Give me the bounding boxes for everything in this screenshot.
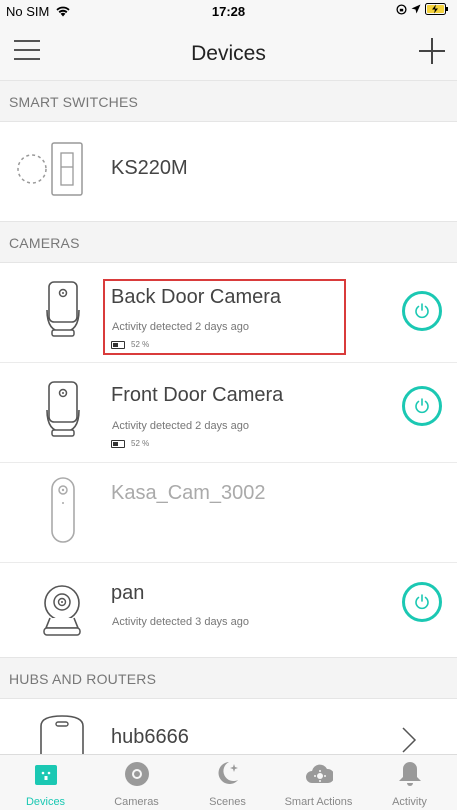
status-bar: No SIM 17:28 xyxy=(0,0,457,22)
section-header-smart-switches: SMART SWITCHES xyxy=(0,80,457,122)
tab-smart-actions[interactable]: Smart Actions xyxy=(273,755,364,810)
device-row-pan[interactable]: pan Activity detected 3 days ago xyxy=(0,562,457,663)
activity-text: Activity detected 2 days ago xyxy=(112,420,249,432)
power-button[interactable] xyxy=(402,291,442,331)
device-name: pan xyxy=(111,582,145,604)
section-label: SMART SWITCHES xyxy=(9,94,139,110)
tab-label: Activity xyxy=(392,796,427,808)
tab-devices[interactable]: Devices xyxy=(0,755,91,810)
activity-icon xyxy=(399,762,421,786)
battery-icon xyxy=(111,439,125,448)
power-icon xyxy=(415,303,429,319)
status-time: 17:28 xyxy=(211,4,246,19)
device-name: hub6666 xyxy=(111,726,189,748)
device-name: KS220M xyxy=(111,157,188,179)
battery-charging-icon xyxy=(425,3,448,15)
battery-level: 52 % xyxy=(131,439,150,448)
section-label: CAMERAS xyxy=(9,235,80,251)
doorbell-camera-icon xyxy=(51,477,75,543)
screen-lock-icon xyxy=(396,3,407,15)
device-row-hub6666[interactable]: hub6666 xyxy=(0,698,457,758)
power-button[interactable] xyxy=(402,386,442,426)
power-button[interactable] xyxy=(402,582,442,622)
smart-actions-icon xyxy=(306,764,333,783)
tab-label: Scenes xyxy=(209,796,246,808)
activity-text: Activity detected 3 days ago xyxy=(112,616,249,628)
tab-label: Smart Actions xyxy=(284,796,353,808)
device-row-ks220m[interactable]: KS220M xyxy=(0,121,457,222)
selection-highlight xyxy=(103,279,346,355)
section-header-cameras: CAMERAS xyxy=(0,221,457,263)
tab-scenes[interactable]: Scenes xyxy=(182,755,273,810)
tab-cameras[interactable]: Cameras xyxy=(91,755,182,810)
battery-indicator: 52 % xyxy=(111,439,149,448)
tab-bar: Devices Cameras Scenes Smart Actions Act… xyxy=(0,754,457,810)
tab-label: Devices xyxy=(25,796,66,808)
section-label: HUBS AND ROUTERS xyxy=(9,671,157,687)
section-header-hubs-and-routers: HUBS AND ROUTERS xyxy=(0,657,457,699)
tab-activity[interactable]: Activity xyxy=(364,755,455,810)
cameras-icon xyxy=(125,762,149,786)
device-name: Front Door Camera xyxy=(111,384,284,406)
device-name: Kasa_Cam_3002 xyxy=(111,482,266,504)
status-indicators xyxy=(396,3,449,15)
devices-icon xyxy=(35,765,57,785)
page-title: Devices xyxy=(191,42,266,65)
device-row-kasa-cam-3002[interactable]: Kasa_Cam_3002 xyxy=(0,462,457,563)
tab-label: Cameras xyxy=(114,796,159,808)
power-icon xyxy=(415,594,429,610)
location-icon xyxy=(411,4,421,14)
navigation-bar: Devices xyxy=(0,22,457,81)
dimmer-switch-icon xyxy=(17,142,83,196)
add-device-icon[interactable] xyxy=(419,38,445,64)
power-icon xyxy=(415,398,429,414)
pan-tilt-camera-icon xyxy=(43,585,81,636)
device-row-front-door-camera[interactable]: Front Door Camera Activity detected 2 da… xyxy=(0,362,457,463)
camera-device-icon xyxy=(46,281,80,337)
chevron-right-icon[interactable] xyxy=(401,726,417,754)
scenes-icon xyxy=(218,762,238,784)
camera-device-icon xyxy=(46,381,80,437)
hub-device-icon xyxy=(40,715,84,758)
